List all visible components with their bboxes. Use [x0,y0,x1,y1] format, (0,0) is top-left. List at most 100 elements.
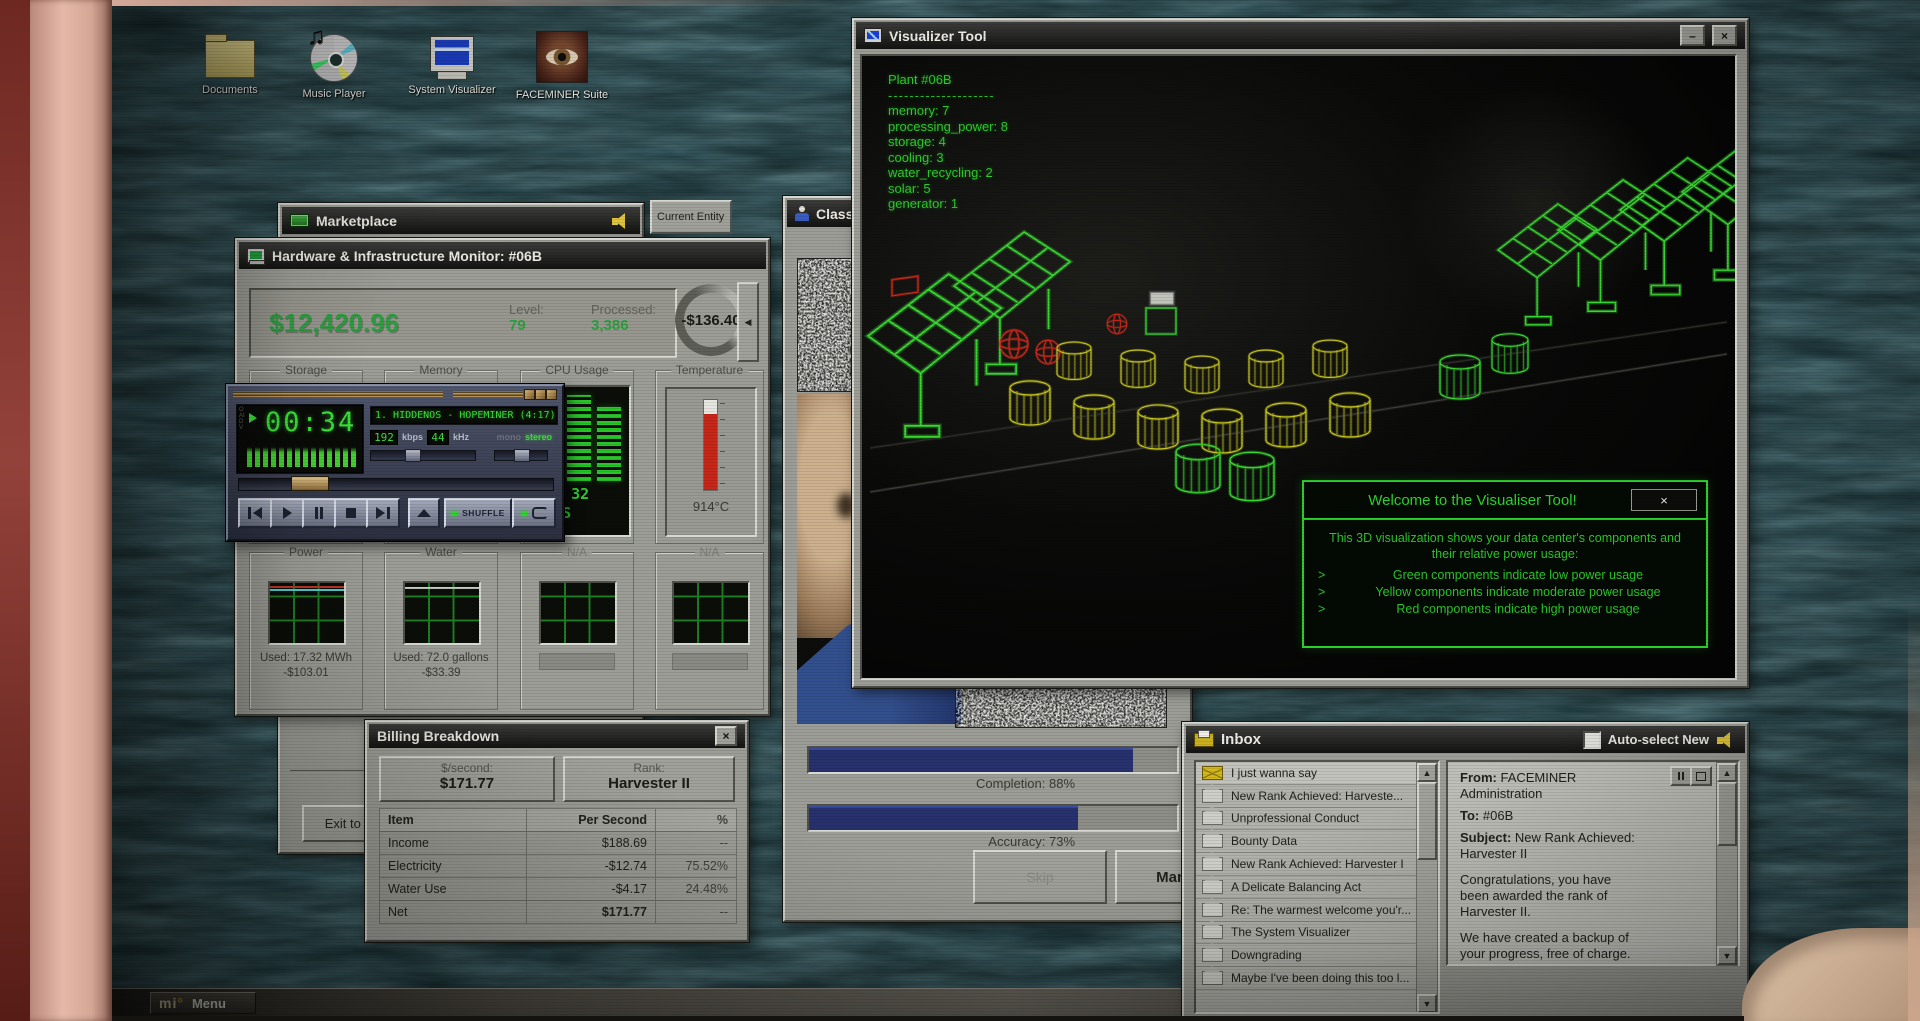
desktop-icon-music-player[interactable]: Music Player [278,23,390,101]
subject-value: New Rank Achieved: [1514,830,1635,845]
monitor-bezel-left-dark [0,0,30,1021]
track-time: 00:34 [265,407,357,438]
inbox-item[interactable]: Downgrading [1196,943,1418,968]
row-income-item: Income [380,832,526,854]
col-header-item: Item [380,809,526,831]
play-button[interactable] [270,498,304,528]
minimize-icon[interactable] [524,389,535,400]
na-placeholder-bar [539,653,615,670]
repeat-toggle[interactable] [512,498,556,528]
col-header-pct: % [656,809,736,831]
scroll-down-icon[interactable]: ▼ [1717,946,1737,965]
inbox-item[interactable]: Re: The warmest welcome you'r... [1196,897,1418,922]
speaker-icon[interactable] [611,212,632,230]
visualizer-canvas[interactable]: Plant #06B -------------------- memory: … [860,54,1737,680]
tab-current-entity[interactable]: Current Entity [650,200,732,234]
billing-titlebar[interactable]: Billing Breakdown × [369,724,745,748]
monitor-title: Hardware & Infrastructure Monitor: #06B [272,247,542,264]
envelope-open-icon [1202,943,1223,963]
inbox-item-subject: Maybe I've been doing this too l... [1231,971,1410,986]
message-body-line: been awarded the rank of [1460,888,1608,903]
track-title: 1. HIDDENOS - HOPEMINER (4:17) [375,410,556,421]
inbox-item[interactable]: Unprofessional Conduct [1196,806,1418,831]
completion-label: Completion: 88% [976,776,1075,791]
close-icon[interactable]: × [715,726,737,746]
os-logo: mi° [159,995,184,1011]
shade-icon[interactable] [535,389,546,400]
scroll-up-icon[interactable]: ▲ [1417,763,1437,782]
stop-button[interactable] [334,498,368,528]
group-label: Power [283,545,329,559]
seek-thumb[interactable] [291,476,329,491]
inbox-item[interactable]: Maybe I've been doing this too l... [1196,966,1418,990]
power-graph [268,581,346,645]
mail-list: I just wanna say New Rank Achieved: Harve… [1194,760,1440,1014]
crt-screen-photo: Documents Music Player System Visualizer… [0,0,1920,1021]
clutterbar[interactable]: OAIDV [239,407,245,431]
scroll-up-icon[interactable]: ▲ [1717,763,1737,782]
icon-label: Music Player [302,88,366,100]
inbox-titlebar[interactable]: Inbox Auto-select New [1186,726,1745,753]
inbox-item[interactable]: New Rank Achieved: Harvester I [1196,852,1418,876]
subject-label: Subject: [1460,830,1512,845]
close-icon[interactable]: × [1712,25,1737,46]
inbox-item[interactable]: A Delicate Balancing Act [1196,874,1418,899]
visualizer-titlebar[interactable]: Visualizer Tool – × [856,22,1745,49]
volume-slider[interactable] [370,449,476,462]
dialog-header: Welcome to the Visualiser Tool! × [1304,482,1706,520]
inbox-item-subject: The System Visualizer [1231,925,1351,940]
visualizer-title: Visualizer Tool [889,27,987,44]
thermometer-panel: 914°C [665,387,757,537]
scroll-down-icon[interactable]: ▼ [1417,994,1437,1012]
inbox-item[interactable]: New Rank Achieved: Harveste... [1196,783,1418,808]
seek-bar[interactable] [238,476,554,491]
message-scrollbar[interactable]: ▲ ▼ [1716,762,1738,966]
close-icon[interactable] [546,389,557,400]
minimize-icon[interactable]: – [1680,25,1705,46]
rank-label: Rank: [633,761,665,775]
desktop-icon-system-visualizer[interactable]: System Visualizer [396,30,508,97]
auto-select-checkbox[interactable] [1582,730,1601,749]
processed-block: Processed: 3,386 [591,302,656,334]
track-title-marquee[interactable]: 1. HIDDENOS - HOPEMINER (4:17) [370,406,558,425]
previous-button[interactable] [238,498,272,528]
visualizer-window: Visualizer Tool – × Plant #06B ---------… [852,18,1749,688]
desktop-icon-documents[interactable]: Documents [174,30,286,97]
player-titlebar[interactable] [231,388,559,400]
monitor-titlebar[interactable]: Hardware & Infrastructure Monitor: #06B [239,242,766,269]
cd-music-icon [307,23,358,82]
pause-button[interactable] [302,498,336,528]
desktop-icon-faceminer-suite[interactable]: FACEMINER Suite [506,28,618,102]
marketplace-titlebar[interactable]: Marketplace [282,207,640,234]
gauge-na-2: N/A [655,545,764,710]
menu-label: Menu [191,995,226,1011]
shuffle-toggle[interactable]: SHUFFLE [444,498,512,528]
dialog-close-button[interactable]: × [1631,489,1697,511]
envelope-open-icon [1202,806,1223,826]
group-label: Storage [279,363,333,377]
speaker-icon[interactable] [1716,731,1737,749]
row-net-item: Net [380,901,526,923]
inbox-item[interactable]: Bounty Data [1196,829,1418,854]
stereo-indicator: stereo [524,432,552,442]
menu-button[interactable]: mi° Menu [150,992,256,1014]
shuffle-label: SHUFFLE [462,508,505,518]
skip-button[interactable]: Skip [973,850,1107,904]
message-body-line: Congratulations, you have [1460,872,1612,887]
envelope-open-icon [1202,874,1223,894]
inbox-item[interactable]: I just wanna say [1196,762,1418,785]
collapse-arrow-button[interactable]: ◀ [737,282,759,362]
balance-slider[interactable] [494,449,548,462]
scrollbar-thumb[interactable] [1717,782,1737,846]
bullet-text: Red components indicate high power usage [1396,602,1640,616]
inbox-item[interactable]: The System Visualizer [1196,920,1418,945]
dialog-bullet: > Yellow components indicate moderate pow… [1318,584,1692,600]
next-button[interactable] [366,498,400,528]
scrollbar-thumb[interactable] [1417,782,1437,860]
pause-notifications-icon[interactable] [1670,766,1692,786]
envelope-open-icon [1202,783,1223,803]
mail-list-scrollbar[interactable]: ▲ ▼ [1416,762,1438,1012]
popout-icon[interactable] [1690,766,1712,786]
eject-button[interactable] [408,498,440,528]
